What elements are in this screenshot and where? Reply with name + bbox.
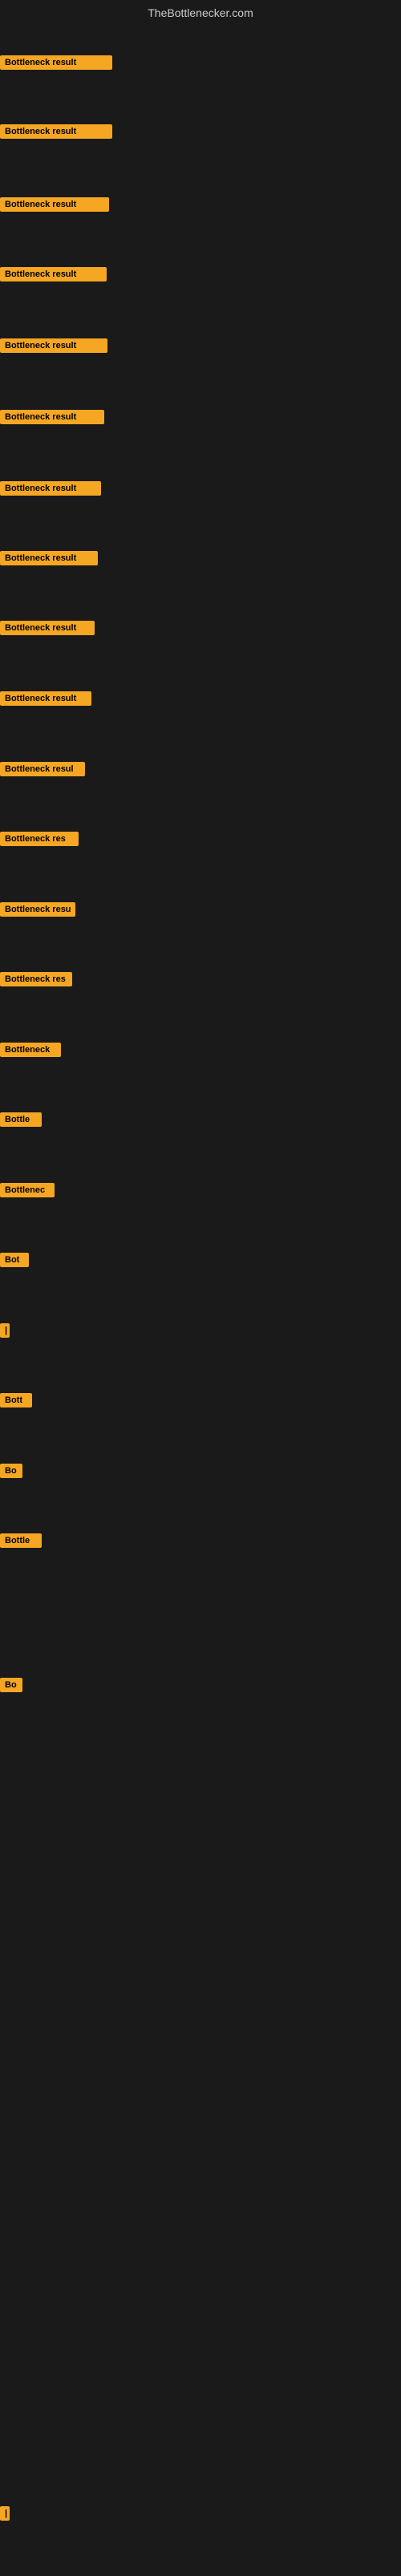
bottleneck-result-badge: Bottleneck result	[0, 267, 107, 286]
badge-label: Bottleneck result	[0, 197, 109, 212]
bottleneck-result-badge: Bottlenec	[0, 1183, 55, 1201]
bottleneck-result-badge: Bottleneck result	[0, 197, 109, 216]
bottleneck-result-badge: Bottleneck result	[0, 124, 112, 143]
site-title: TheBottlenecker.com	[0, 0, 401, 26]
bottleneck-result-badge: |	[0, 1323, 8, 1342]
bottleneck-result-badge: Bo	[0, 1678, 22, 1696]
bottleneck-result-badge: Bottleneck resu	[0, 902, 75, 921]
badge-label: Bot	[0, 1253, 29, 1267]
badge-label: Bottleneck res	[0, 972, 72, 986]
bottleneck-result-badge: |	[0, 2506, 8, 2525]
badge-label: Bottleneck result	[0, 55, 112, 70]
bottleneck-result-badge: Bottleneck	[0, 1043, 61, 1061]
badge-label: Bottlenec	[0, 1183, 55, 1197]
bottleneck-result-badge: Bottleneck result	[0, 410, 104, 428]
badge-label: Bott	[0, 1393, 32, 1407]
bottleneck-result-badge: Bottleneck res	[0, 832, 79, 850]
badge-label: Bottleneck result	[0, 551, 98, 565]
badge-label: |	[0, 2506, 10, 2521]
badge-label: Bottleneck	[0, 1043, 61, 1057]
badge-label: Bottleneck result	[0, 124, 112, 139]
badge-label: Bottleneck result	[0, 410, 104, 424]
badge-label: Bottleneck result	[0, 481, 101, 496]
badge-label: Bottleneck resu	[0, 902, 75, 917]
bottleneck-result-badge: Bottleneck result	[0, 55, 112, 74]
bottleneck-result-badge: Bottleneck result	[0, 338, 107, 357]
badge-label: Bottleneck result	[0, 621, 95, 635]
badge-label: Bottleneck resul	[0, 762, 85, 776]
bottleneck-result-badge: Bott	[0, 1393, 32, 1412]
badge-label: Bottleneck result	[0, 338, 107, 353]
bottleneck-result-badge: Bo	[0, 1464, 22, 1482]
bottleneck-result-badge: Bot	[0, 1253, 29, 1271]
badge-label: Bottle	[0, 1112, 42, 1127]
badge-label: Bottleneck res	[0, 832, 79, 846]
bottleneck-result-badge: Bottleneck result	[0, 481, 101, 500]
bottleneck-result-badge: Bottleneck result	[0, 691, 91, 710]
badge-label: |	[0, 1323, 10, 1338]
badge-label: Bo	[0, 1678, 22, 1692]
bottleneck-result-badge: Bottle	[0, 1533, 42, 1552]
bottleneck-result-badge: Bottleneck res	[0, 972, 72, 990]
badge-label: Bottle	[0, 1533, 42, 1548]
bottleneck-result-badge: Bottle	[0, 1112, 42, 1131]
badge-label: Bottleneck result	[0, 267, 107, 281]
bottleneck-result-badge: Bottleneck result	[0, 621, 95, 639]
bottleneck-result-badge: Bottleneck result	[0, 551, 98, 569]
bottleneck-result-badge: Bottleneck resul	[0, 762, 85, 780]
badge-label: Bottleneck result	[0, 691, 91, 706]
badge-label: Bo	[0, 1464, 22, 1478]
